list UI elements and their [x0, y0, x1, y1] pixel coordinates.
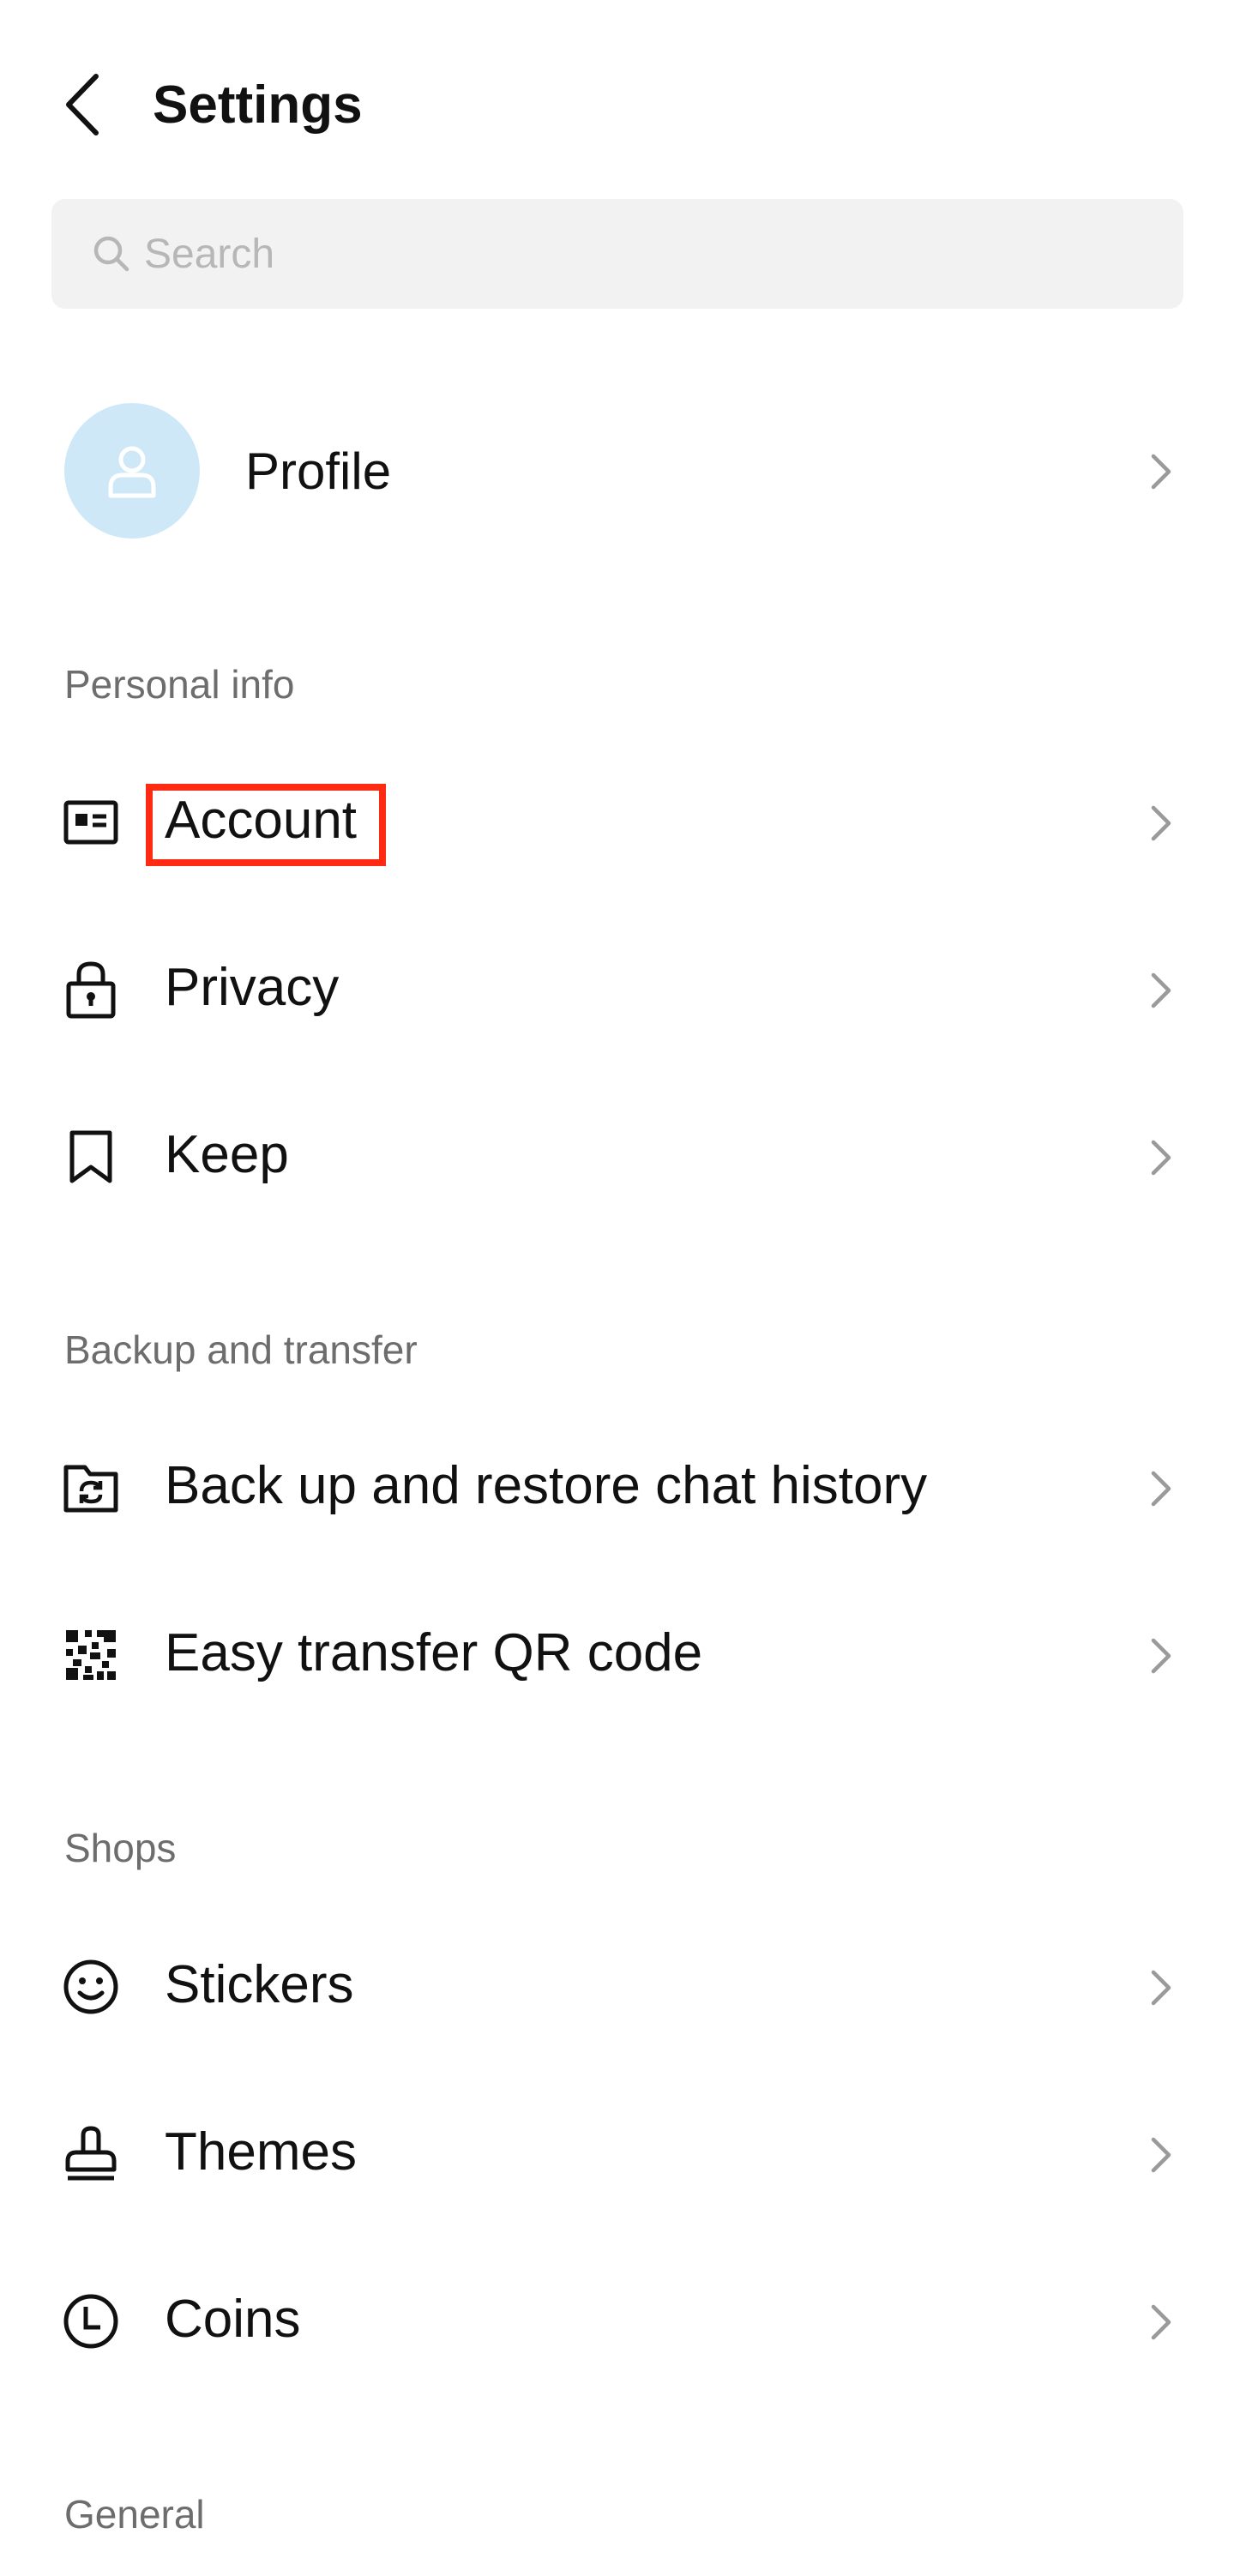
- stamp-icon: [62, 2125, 120, 2183]
- search-icon: [91, 233, 132, 274]
- section-header-shops: Shops: [64, 1826, 177, 1870]
- back-button[interactable]: [51, 70, 111, 139]
- chevron-right-icon: [1144, 2131, 1178, 2179]
- folder-sync-icon: [62, 1459, 120, 1517]
- settings-item-label: Easy transfer QR code: [165, 1623, 703, 1682]
- settings-item-label: Themes: [165, 2122, 357, 2182]
- search-input[interactable]: [142, 229, 1089, 279]
- chevron-right-icon: [1144, 966, 1178, 1014]
- settings-item-label: Stickers: [165, 1955, 354, 2014]
- settings-item-keep[interactable]: Keep: [0, 1091, 1234, 1219]
- settings-item-themes[interactable]: Themes: [0, 2088, 1234, 2217]
- section-header-personal-info: Personal info: [64, 662, 295, 707]
- search-bar[interactable]: [51, 199, 1183, 309]
- settings-screen: Settings Profile Personal info: [0, 0, 1234, 2576]
- settings-item-stickers[interactable]: Stickers: [0, 1921, 1234, 2049]
- settings-item-privacy[interactable]: Privacy: [0, 924, 1234, 1052]
- chevron-right-icon: [1144, 448, 1178, 496]
- settings-item-coins[interactable]: Coins: [0, 2255, 1234, 2384]
- person-icon: [108, 446, 156, 498]
- lock-icon: [62, 960, 120, 1019]
- settings-item-label: Coins: [165, 2290, 301, 2349]
- chevron-right-icon: [1144, 1632, 1178, 1680]
- section-header-general: General: [64, 2492, 205, 2537]
- settings-item-easy-transfer-qr[interactable]: Easy transfer QR code: [0, 1589, 1234, 1718]
- id-card-icon: [62, 793, 120, 852]
- avatar[interactable]: [64, 403, 200, 539]
- settings-item-label: Privacy: [165, 958, 340, 1017]
- settings-item-account[interactable]: Account: [0, 756, 1234, 885]
- settings-item-label: Account: [165, 791, 358, 850]
- settings-item-label: Keep: [165, 1125, 289, 1184]
- settings-item-label: Back up and restore chat history: [165, 1456, 928, 1515]
- smiley-icon: [62, 1958, 120, 2016]
- bookmark-icon: [62, 1128, 120, 1186]
- chevron-right-icon: [1144, 1134, 1178, 1182]
- chevron-right-icon: [1144, 2298, 1178, 2346]
- page-title: Settings: [153, 75, 363, 135]
- chevron-right-icon: [1144, 1465, 1178, 1513]
- chevron-left-icon: [66, 74, 99, 135]
- chevron-right-icon: [1144, 1964, 1178, 2012]
- settings-item-backup-restore[interactable]: Back up and restore chat history: [0, 1422, 1234, 1550]
- header: Settings: [0, 0, 1234, 197]
- profile-label: Profile: [245, 442, 392, 500]
- profile-row[interactable]: Profile: [0, 403, 1234, 545]
- qr-code-icon: [62, 1626, 120, 1684]
- section-header-backup-and-transfer: Backup and transfer: [64, 1327, 418, 1372]
- clock-coin-icon: [62, 2292, 120, 2350]
- chevron-right-icon: [1144, 799, 1178, 847]
